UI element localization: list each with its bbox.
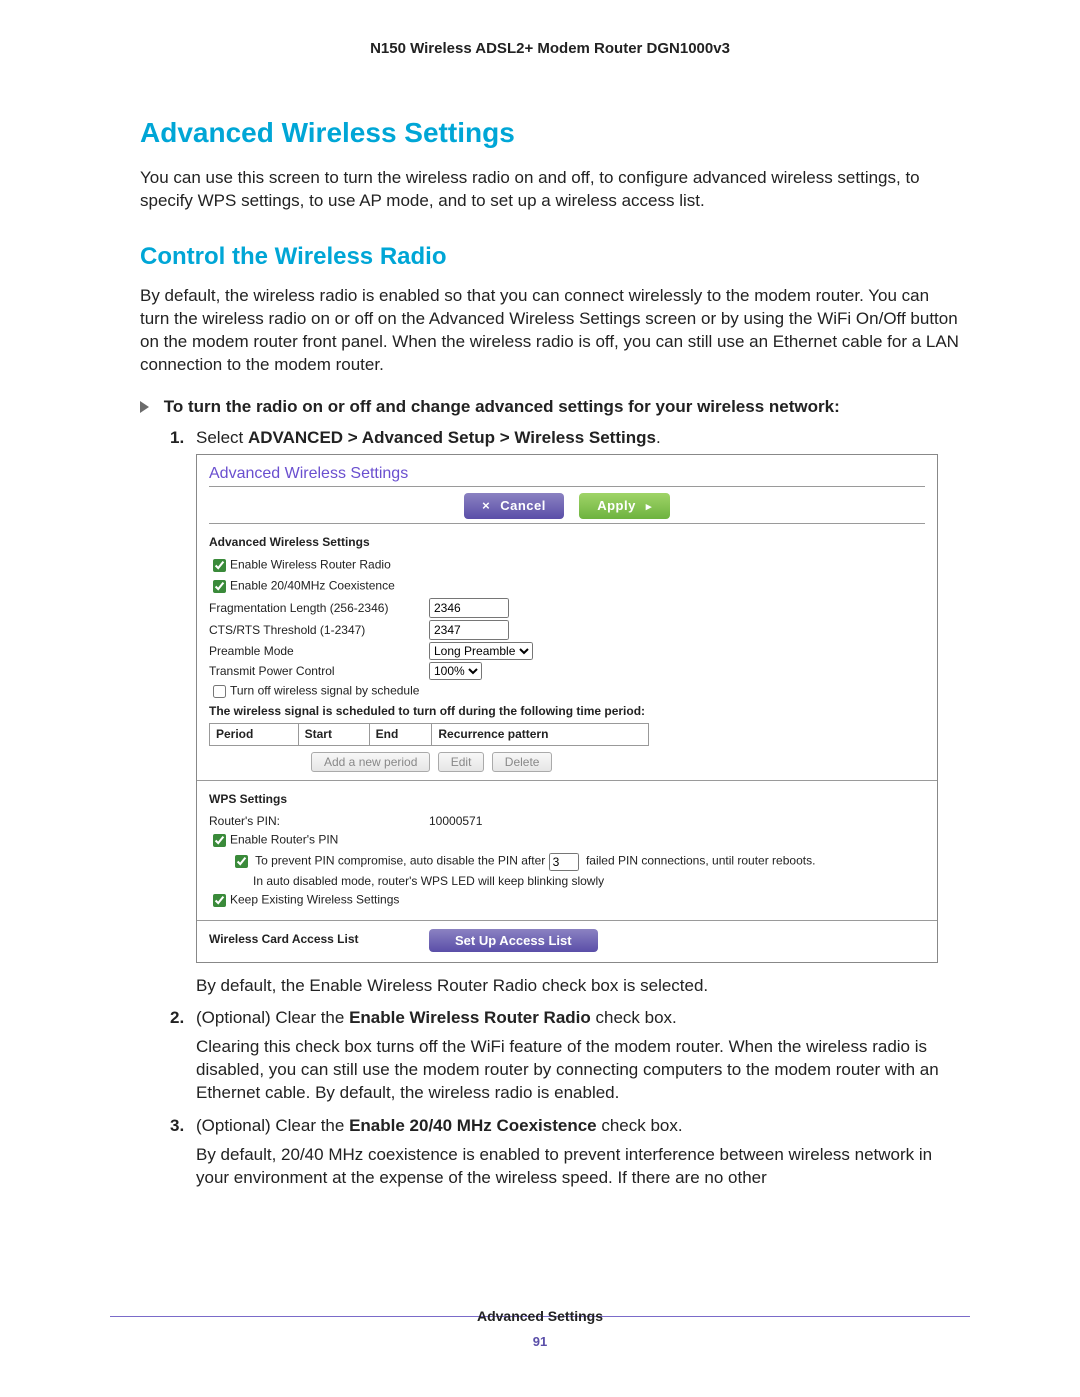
footer: Advanced Settings 91 (0, 1308, 1080, 1349)
transmit-power-label: Transmit Power Control (209, 663, 429, 679)
section-heading-control-radio: Control the Wireless Radio (140, 243, 960, 271)
procedure-lead: To turn the radio on or off and change a… (140, 397, 960, 417)
schedule-note: The wireless signal is scheduled to turn… (209, 703, 925, 719)
footer-section-title: Advanced Settings (0, 1308, 1080, 1324)
fragmentation-length-input[interactable] (429, 598, 509, 618)
page-number: 91 (0, 1334, 1080, 1349)
step-2: (Optional) Clear the Enable Wireless Rou… (170, 1007, 960, 1105)
transmit-power-select[interactable]: 100% (429, 662, 482, 680)
edit-button[interactable]: Edit (438, 752, 485, 772)
turn-off-by-schedule-checkbox[interactable]: Turn off wireless signal by schedule (209, 682, 925, 701)
router-settings-panel: Advanced Wireless Settings ×Cancel Apply… (196, 454, 938, 963)
advanced-wireless-section: Advanced Wireless Settings Enable Wirele… (197, 524, 937, 781)
auto-disabled-mode-note: In auto disabled mode, router's WPS LED … (209, 873, 925, 889)
preamble-mode-label: Preamble Mode (209, 643, 429, 659)
cts-rts-label: CTS/RTS Threshold (1-2347) (209, 622, 429, 638)
apply-button[interactable]: Apply▸ (579, 493, 670, 519)
fragmentation-length-label: Fragmentation Length (256-2346) (209, 600, 429, 616)
doc-header: N150 Wireless ADSL2+ Modem Router DGN100… (140, 40, 960, 57)
failed-attempts-input[interactable] (549, 853, 579, 871)
router-pin-value: 10000571 (429, 813, 482, 829)
page-title: Advanced Wireless Settings (140, 117, 960, 149)
auto-disable-pin-checkbox[interactable]: To prevent PIN compromise, auto disable … (209, 852, 925, 871)
enable-20-40-coexistence-checkbox[interactable]: Enable 20/40MHz Coexistence (209, 577, 925, 596)
router-pin-label: Router's PIN: (209, 813, 429, 829)
triangle-bullet-icon (140, 401, 149, 413)
cts-rts-input[interactable] (429, 620, 509, 640)
step-3: (Optional) Clear the Enable 20/40 MHz Co… (170, 1115, 960, 1190)
col-end: End (369, 724, 432, 745)
col-recurrence: Recurrence pattern (432, 724, 649, 745)
col-start: Start (298, 724, 369, 745)
keep-existing-wireless-settings-checkbox[interactable]: Keep Existing Wireless Settings (209, 891, 925, 910)
close-icon: × (482, 498, 490, 513)
arrow-right-icon: ▸ (646, 501, 652, 513)
control-radio-paragraph: By default, the wireless radio is enable… (140, 285, 960, 377)
wacl-heading: Wireless Card Access List (209, 931, 429, 947)
enable-router-pin-checkbox[interactable]: Enable Router's PIN (209, 831, 925, 850)
panel-title: Advanced Wireless Settings (197, 455, 937, 487)
wps-heading: WPS Settings (209, 791, 925, 807)
step-3-paragraph: By default, 20/40 MHz coexistence is ena… (196, 1144, 960, 1190)
schedule-table: Period Start End Recurrence pattern (209, 723, 649, 745)
cancel-button[interactable]: ×Cancel (464, 493, 564, 519)
delete-button[interactable]: Delete (492, 752, 553, 772)
wps-settings-section: WPS Settings Router's PIN: 10000571 Enab… (197, 781, 937, 922)
enable-wireless-router-radio-checkbox[interactable]: Enable Wireless Router Radio (209, 556, 925, 575)
col-period: Period (210, 724, 299, 745)
add-new-period-button[interactable]: Add a new period (311, 752, 430, 772)
step-1: Select ADVANCED > Advanced Setup > Wirel… (170, 427, 960, 998)
preamble-mode-select[interactable]: Long Preamble (429, 642, 533, 660)
aws-heading: Advanced Wireless Settings (209, 534, 925, 550)
wireless-card-access-list-section: Wireless Card Access List Set Up Access … (197, 921, 937, 961)
intro-paragraph: You can use this screen to turn the wire… (140, 167, 960, 213)
step-1-after-note: By default, the Enable Wireless Router R… (196, 975, 960, 998)
step-2-paragraph: Clearing this check box turns off the Wi… (196, 1036, 960, 1105)
set-up-access-list-button[interactable]: Set Up Access List (429, 929, 598, 953)
